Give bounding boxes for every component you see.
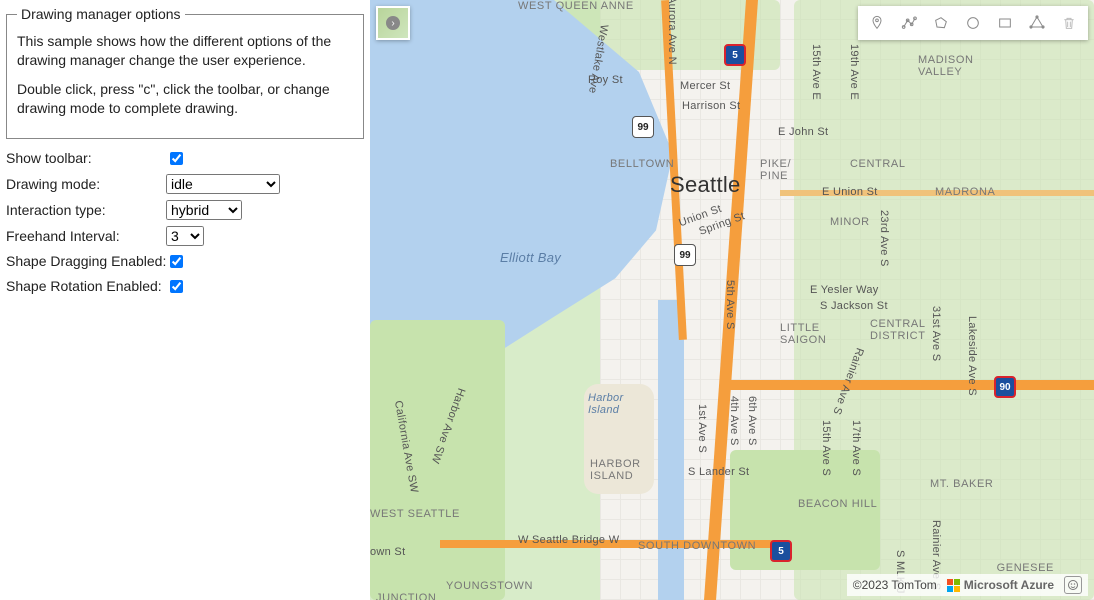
options-desc-2: Double click, press "c", click the toolb… — [17, 80, 353, 118]
draw-rectangle-button[interactable] — [990, 9, 1020, 37]
label-area: SOUTH DOWNTOWN — [638, 540, 756, 552]
draw-polygon-button[interactable] — [926, 9, 956, 37]
controls-grid: Show toolbar: Drawing mode: idle Interac… — [6, 149, 364, 296]
label-area: MT. BAKER — [930, 478, 993, 490]
shield-i90: 90 — [994, 376, 1016, 398]
shield-99: 99 — [632, 116, 654, 138]
label-street: W Seattle Bridge W — [518, 534, 619, 546]
label-area: BEACON HILL — [798, 498, 877, 510]
options-panel: Drawing manager options This sample show… — [0, 0, 370, 600]
app-root: Drawing manager options This sample show… — [0, 0, 1094, 600]
drawing-mode-select[interactable]: idle — [166, 174, 280, 194]
label-avenue: 31st Ave S — [930, 306, 942, 361]
label-area: MADISON VALLEY — [918, 54, 974, 78]
label-harbor-island-water: Harbor Island — [588, 392, 623, 416]
interaction-type-select[interactable]: hybrid — [166, 200, 242, 220]
options-fieldset: Drawing manager options This sample show… — [6, 6, 364, 139]
label-elliott-bay: Elliott Bay — [500, 250, 561, 265]
polyline-icon — [901, 15, 917, 31]
label-avenue: 4th Ave S — [728, 396, 740, 446]
label-avenue: Lakeside Ave S — [966, 316, 978, 396]
label-street: E Yesler Way — [810, 284, 879, 296]
label-area: WEST SEATTLE — [370, 508, 460, 520]
interaction-type-label: Interaction type: — [6, 202, 166, 218]
circle-icon — [965, 15, 981, 31]
options-desc-1: This sample shows how the different opti… — [17, 32, 353, 70]
label-avenue: 15th Ave S — [820, 420, 832, 476]
options-description: This sample shows how the different opti… — [17, 32, 353, 118]
label-avenue: 19th Ave E — [848, 44, 860, 100]
pin-icon — [869, 15, 885, 31]
attribution-azure-text: Microsoft Azure — [964, 578, 1054, 592]
shield-i5: 5 — [724, 44, 746, 66]
delete-shape-button[interactable] — [1054, 9, 1084, 37]
shape-rotation-checkbox[interactable] — [170, 280, 183, 293]
label-street: E John St — [778, 126, 828, 138]
label-avenue: 17th Ave S — [850, 420, 862, 476]
microsoft-logo-icon — [947, 579, 960, 592]
label-avenue: 5th Ave S — [724, 280, 736, 330]
label-area: BELLTOWN — [610, 158, 674, 170]
rectangle-icon — [997, 15, 1013, 31]
shield-99: 99 — [674, 244, 696, 266]
drawing-mode-label: Drawing mode: — [6, 176, 166, 192]
label-street: S Lander St — [688, 466, 749, 478]
label-area: MINOR — [830, 216, 870, 228]
label-avenue: Aurora Ave N — [666, 0, 678, 65]
freehand-interval-label: Freehand Interval: — [6, 228, 166, 244]
label-street: own St — [370, 546, 405, 558]
options-legend: Drawing manager options — [17, 6, 185, 22]
edit-shape-button[interactable] — [1022, 9, 1052, 37]
map-attribution: ©2023 TomTom Microsoft Azure — [847, 574, 1088, 596]
label-street: S Jackson St — [820, 300, 888, 312]
label-area: CENTRAL — [850, 158, 906, 170]
draw-line-button[interactable] — [894, 9, 924, 37]
label-city: Seattle — [670, 172, 741, 198]
road-i90 — [730, 380, 1094, 390]
label-area: MADRONA — [935, 186, 995, 198]
shield-i5: 5 — [770, 540, 792, 562]
attribution-copyright: ©2023 TomTom — [853, 578, 937, 592]
freehand-interval-select[interactable]: 3 — [166, 226, 204, 246]
map-water-river — [658, 300, 684, 600]
map-style-selector[interactable]: › — [376, 6, 410, 40]
label-area: YOUNGSTOWN — [446, 580, 533, 592]
shape-dragging-checkbox[interactable] — [170, 255, 183, 268]
label-avenue: 6th Ave S — [746, 396, 758, 446]
edit-shape-icon — [1029, 15, 1045, 31]
label-avenue: 23rd Ave S — [878, 210, 890, 267]
label-area: GENESEE — [997, 562, 1054, 574]
feedback-button[interactable] — [1064, 576, 1082, 594]
show-toolbar-checkbox[interactable] — [170, 152, 183, 165]
chevron-right-icon: › — [386, 16, 400, 30]
label-area: PIKE/ PINE — [760, 158, 791, 182]
label-street: Harrison St — [682, 100, 740, 112]
label-street: E Union St — [822, 186, 878, 198]
shape-dragging-label: Shape Dragging Enabled: — [6, 253, 166, 269]
draw-point-button[interactable] — [862, 9, 892, 37]
label-avenue: 15th Ave E — [810, 44, 822, 100]
label-area: CENTRAL DISTRICT — [870, 318, 926, 342]
shape-rotation-label: Shape Rotation Enabled: — [6, 278, 166, 294]
label-area: WEST QUEEN ANNE — [518, 0, 634, 12]
polygon-icon — [933, 15, 949, 31]
show-toolbar-label: Show toolbar: — [6, 150, 166, 166]
map-canvas[interactable]: 5 5 90 99 99 Seattle Elliott Bay Harbor … — [370, 0, 1094, 600]
label-area: LITTLE SAIGON — [780, 322, 826, 346]
label-area: HARBOR ISLAND — [590, 458, 641, 482]
smiley-icon — [1067, 579, 1079, 591]
drawing-toolbar — [858, 6, 1088, 40]
label-avenue: 1st Ave S — [696, 404, 708, 453]
label-street: Mercer St — [680, 80, 730, 92]
attribution-azure: Microsoft Azure — [947, 578, 1054, 592]
trash-icon — [1061, 15, 1077, 31]
draw-circle-button[interactable] — [958, 9, 988, 37]
label-area: JUNCTION — [376, 592, 436, 600]
